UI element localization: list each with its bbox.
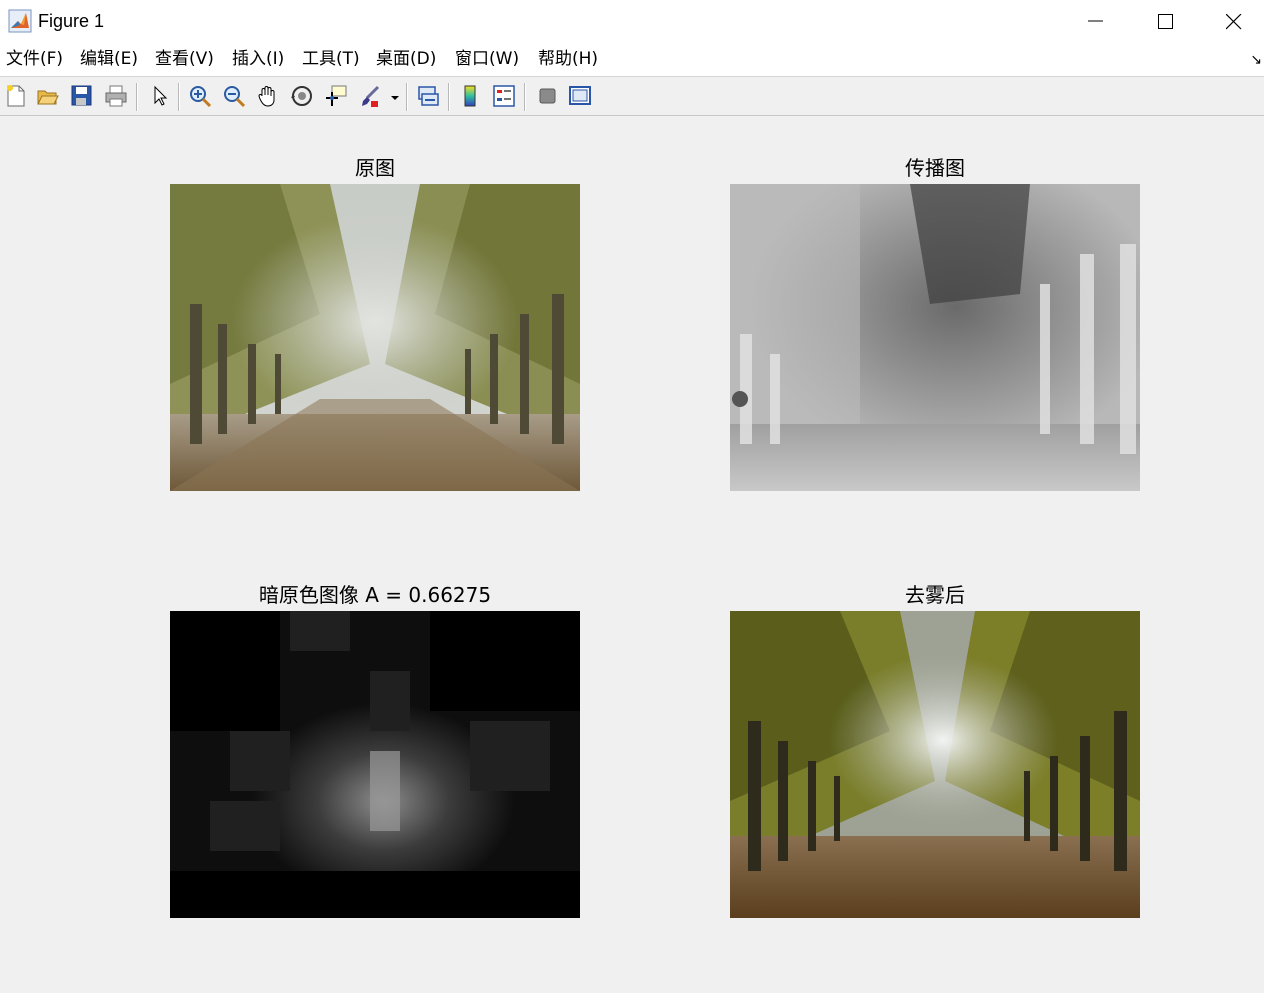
minimize-icon <box>1088 20 1103 22</box>
figure-window: Figure 1 文件(F) 编辑(E) 查看(V) 插入(I) 工具(T) 桌… <box>0 0 1264 993</box>
menu-insert[interactable]: 插入(I) <box>232 48 284 70</box>
data-cursor-button[interactable] <box>322 82 350 110</box>
maximize-icon <box>1158 14 1173 29</box>
title-bar[interactable]: Figure 1 <box>0 0 1264 42</box>
toolbar-separator <box>524 83 526 111</box>
pan-button[interactable] <box>254 82 282 110</box>
colorbar-icon <box>464 85 476 107</box>
close-icon <box>1226 14 1242 30</box>
close-button[interactable] <box>1198 0 1264 42</box>
axes-title-transmission: 传播图 <box>905 156 965 180</box>
zoom-out-icon <box>224 86 246 108</box>
save-icon <box>71 85 92 106</box>
toolbar-separator <box>448 83 450 111</box>
print-icon <box>105 85 127 107</box>
axes-title-dehazed: 去雾后 <box>905 583 965 607</box>
figure-canvas: 原图 传播图 暗原色图像 A = 0.66275 去雾后 <box>0 116 1264 993</box>
save-button[interactable] <box>68 82 96 110</box>
dock-arrow-icon[interactable]: ↘ <box>1250 52 1262 68</box>
brush-button[interactable] <box>356 82 384 110</box>
hide-plot-tools-icon <box>539 88 556 104</box>
maximize-button[interactable] <box>1130 0 1200 42</box>
window-title: Figure 1 <box>38 11 105 31</box>
show-plot-tools-icon <box>569 86 591 105</box>
print-button[interactable] <box>102 82 130 110</box>
zoom-out-button[interactable] <box>220 82 248 110</box>
menu-edit[interactable]: 编辑(E) <box>80 48 138 70</box>
image-transmission-map[interactable] <box>730 184 1140 491</box>
link-plot-icon <box>418 86 439 106</box>
select-arrow-icon <box>154 85 168 106</box>
rotate-3d-button[interactable] <box>288 82 316 110</box>
image-dehazed[interactable] <box>730 611 1140 918</box>
menu-desktop[interactable]: 桌面(D) <box>376 48 436 70</box>
colorbar-button[interactable] <box>456 82 484 110</box>
axes-title-original: 原图 <box>355 156 395 180</box>
menu-view[interactable]: 查看(V) <box>155 48 214 70</box>
show-plot-tools-button[interactable] <box>566 82 594 110</box>
new-figure-button[interactable] <box>2 82 30 110</box>
menu-window[interactable]: 窗口(W) <box>455 48 519 70</box>
rotate-3d-icon <box>291 86 312 106</box>
new-figure-icon <box>7 85 25 107</box>
open-file-icon <box>37 90 59 105</box>
menu-file[interactable]: 文件(F) <box>6 48 63 70</box>
brush-dropdown-icon <box>391 96 399 100</box>
menu-help[interactable]: 帮助(H) <box>538 48 598 70</box>
axes-title-dark-channel: 暗原色图像 A = 0.66275 <box>258 583 492 607</box>
minimize-button[interactable] <box>1060 0 1130 42</box>
data-cursor-icon <box>326 85 347 106</box>
brush-icon <box>362 85 380 107</box>
legend-icon <box>493 85 515 107</box>
toolbar-separator <box>178 83 180 111</box>
legend-button[interactable] <box>490 82 518 110</box>
image-dark-channel[interactable] <box>170 611 580 918</box>
select-button[interactable] <box>146 82 174 110</box>
menu-bar: 文件(F) 编辑(E) 查看(V) 插入(I) 工具(T) 桌面(D) 窗口(W… <box>0 42 1264 77</box>
link-plot-button[interactable] <box>414 82 442 110</box>
image-original[interactable] <box>170 184 580 491</box>
menu-tools[interactable]: 工具(T) <box>302 48 360 70</box>
zoom-in-button[interactable] <box>186 82 214 110</box>
hide-plot-tools-button[interactable] <box>534 82 562 110</box>
toolbar-separator <box>136 83 138 111</box>
zoom-in-icon <box>190 86 212 108</box>
toolbar-separator <box>406 83 408 111</box>
pan-hand-icon <box>258 86 275 107</box>
matlab-logo-icon <box>8 9 32 33</box>
open-file-button[interactable] <box>34 82 62 110</box>
figure-toolbar <box>0 77 1264 116</box>
brush-dropdown-button[interactable] <box>388 82 402 110</box>
